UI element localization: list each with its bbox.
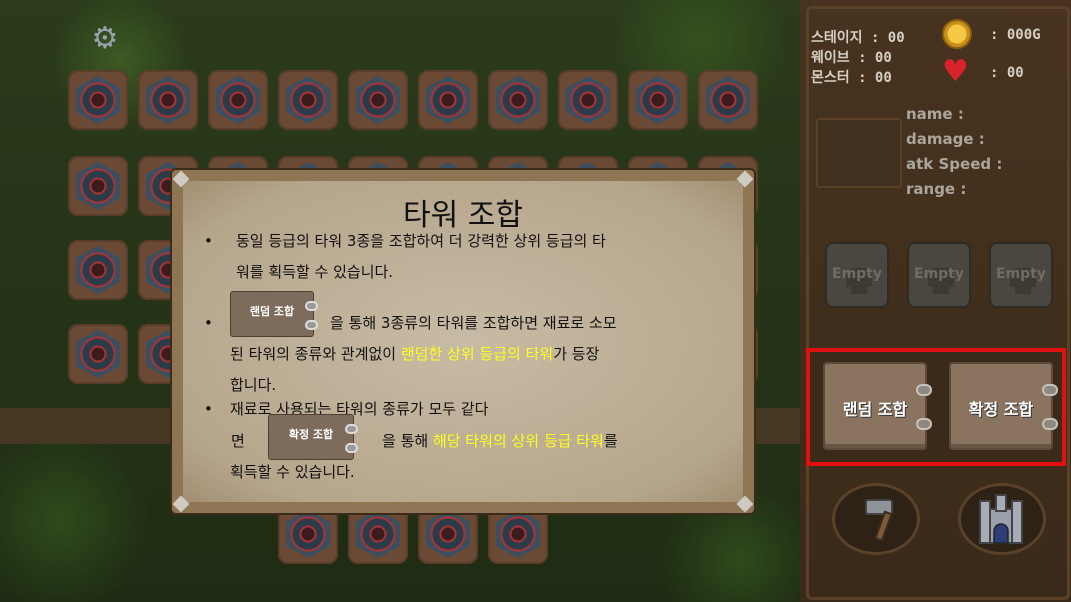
target-icon xyxy=(636,76,680,124)
random-combine-mini-button: 랜덤 조합 xyxy=(230,291,318,337)
wave-counter: 웨이브 : 00 xyxy=(811,50,892,66)
confirmed-combine-label: 확정 조합 xyxy=(968,400,1034,419)
tower-tile[interactable] xyxy=(418,70,478,130)
stage-counter: 스테이지 : 00 xyxy=(811,30,905,46)
bullet-3-line-2-mid: 을 통해 xyxy=(382,432,433,450)
tower-portrait xyxy=(816,118,902,188)
life-value: : 00 xyxy=(990,65,1024,81)
bullet-2-line-3: 합니다. xyxy=(230,376,277,394)
ring-icon xyxy=(916,384,932,396)
target-icon xyxy=(76,162,120,210)
hammer-icon xyxy=(865,499,893,542)
bullet-1-line-2: 워를 획득할 수 있습니다. xyxy=(236,263,394,281)
random-combine-mini-label: 랜덤 조합 xyxy=(249,305,295,318)
bullet-1: • xyxy=(204,232,213,250)
target-icon xyxy=(76,330,120,378)
tower-tile[interactable] xyxy=(418,504,478,564)
tower-tile[interactable] xyxy=(208,70,268,130)
ring-icon xyxy=(305,320,318,330)
target-icon xyxy=(286,76,330,124)
slot-label: Empty xyxy=(832,266,882,282)
monster-counter: 몬스터 : 00 xyxy=(811,70,892,86)
tower-tile[interactable] xyxy=(68,70,128,130)
target-icon xyxy=(286,510,330,558)
slot-label: Empty xyxy=(914,266,964,282)
castle-icon xyxy=(979,494,1023,544)
target-icon xyxy=(566,76,610,124)
target-icon xyxy=(706,76,750,124)
bullet-2-line-1: 을 통해 3종류의 타워를 조합하면 재료로 소모 xyxy=(330,314,617,332)
tower-name-label: name : xyxy=(906,105,964,123)
dialog-title: 타워 조합 xyxy=(403,198,523,233)
tower-tile[interactable] xyxy=(558,70,618,130)
bullet-2-line-2: 된 타워의 종류와 관계없이 랜덤한 상위 등급의 타워가 등장 xyxy=(230,343,599,364)
settings-gear-icon[interactable]: ⚙ xyxy=(90,24,120,54)
bullet-2: • xyxy=(204,314,213,332)
bullet-3-highlight: 해당 타워의 상위 등급 타워 xyxy=(432,432,604,450)
combine-slot-1[interactable]: Empty xyxy=(825,242,889,308)
random-combine-label: 랜덤 조합 xyxy=(842,400,908,419)
target-icon xyxy=(76,246,120,294)
target-icon xyxy=(496,76,540,124)
ring-icon xyxy=(305,301,318,311)
ring-icon xyxy=(1042,384,1058,396)
gold-value: : 000G xyxy=(990,27,1041,43)
tower-tile[interactable] xyxy=(68,156,128,216)
target-icon xyxy=(496,510,540,558)
ring-icon xyxy=(345,443,358,453)
target-icon xyxy=(356,510,400,558)
tower-damage-label: damage : xyxy=(906,130,985,148)
tower-tile[interactable] xyxy=(68,324,128,384)
tower-tile[interactable] xyxy=(628,70,688,130)
bullet-3: • xyxy=(204,400,213,418)
bullet-3-line-3: 획득할 수 있습니다. xyxy=(230,463,355,481)
combine-slot-3[interactable]: Empty xyxy=(989,242,1053,308)
confirmed-combine-mini-label: 확정 조합 xyxy=(288,428,334,441)
heart-icon: ♥ xyxy=(942,54,969,89)
gold-coin-icon xyxy=(942,19,972,49)
ring-icon xyxy=(916,418,932,430)
target-icon xyxy=(216,76,260,124)
target-icon xyxy=(146,76,190,124)
ring-icon xyxy=(1042,418,1058,430)
bullet-3-line-2-post: 를 xyxy=(603,432,618,450)
slot-label: Empty xyxy=(996,266,1046,282)
bullet-2-line-2-post: 가 등장 xyxy=(553,345,600,363)
tower-tile[interactable] xyxy=(278,70,338,130)
tower-tile[interactable] xyxy=(348,70,408,130)
bullet-1-line-1: 동일 등급의 타워 3종을 조합하여 더 강력한 상위 등급의 타 xyxy=(236,232,606,250)
bullet-2-highlight: 랜덤한 상위 등급의 타워 xyxy=(400,345,554,363)
random-combine-button[interactable]: 랜덤 조합 xyxy=(823,362,932,450)
tower-atk-speed-label: atk Speed : xyxy=(906,155,1003,173)
target-icon xyxy=(426,510,470,558)
bullet-3-line-2-pre: 면 xyxy=(231,432,245,450)
bullet-3-line-2: 을 통해 해당 타워의 상위 등급 타워를 xyxy=(382,430,618,451)
tower-tile[interactable] xyxy=(488,70,548,130)
tower-tile[interactable] xyxy=(698,70,758,130)
confirmed-combine-mini-button: 확정 조합 xyxy=(268,414,358,460)
target-icon xyxy=(76,76,120,124)
tower-tile[interactable] xyxy=(348,504,408,564)
tower-tile[interactable] xyxy=(278,504,338,564)
tower-range-label: range : xyxy=(906,180,967,198)
tower-tile[interactable] xyxy=(68,240,128,300)
bullet-2-line-2-pre: 된 타워의 종류와 관계없이 xyxy=(230,345,401,363)
confirmed-combine-button[interactable]: 확정 조합 xyxy=(949,362,1058,450)
target-icon xyxy=(356,76,400,124)
target-icon xyxy=(426,76,470,124)
ring-icon xyxy=(345,424,358,434)
tower-tile[interactable] xyxy=(138,70,198,130)
combine-slot-2[interactable]: Empty xyxy=(907,242,971,308)
tower-tile[interactable] xyxy=(488,504,548,564)
